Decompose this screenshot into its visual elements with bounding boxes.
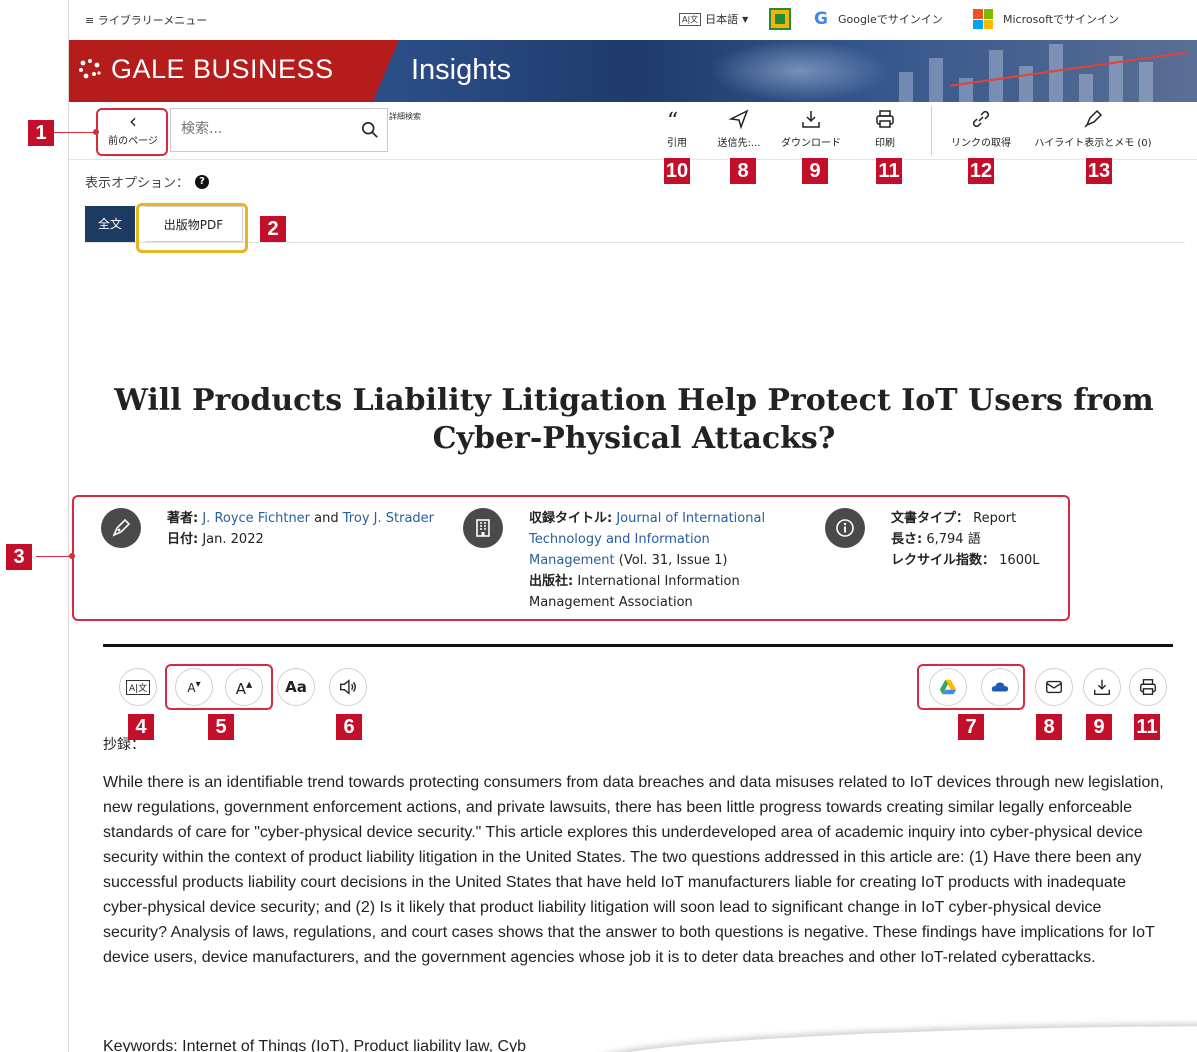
highlights-notes-button[interactable]: ハイライト表示とメモ (0) [1023,108,1163,156]
callout-frame-cloud [917,664,1025,710]
print-icon [876,110,894,128]
callout-badge: 11 [1134,714,1160,740]
callout-badge: 11 [876,158,902,184]
callout-badge: 8 [730,158,756,184]
search-icon[interactable] [361,121,379,139]
google-logo-icon: G [814,9,828,29]
highlighter-icon [1084,109,1103,128]
font-style-button[interactable]: Aa [277,668,315,706]
header-banner: GALE BUSINESS Insights [69,40,1197,102]
google-classroom-icon[interactable] [769,8,791,30]
callout-badge: 7 [958,714,984,740]
gale-sparkle-icon [79,58,101,78]
send-icon [728,109,749,130]
get-link-button[interactable]: リンクの取得 [939,108,1023,156]
library-menu-link[interactable]: ≡ ライブラリーメニュー [85,12,207,28]
callout-badge: 2 [260,216,286,242]
gale-logo[interactable]: GALE BUSINESS [77,54,334,85]
callout-badge: 1 [28,120,54,146]
callout-badge: 12 [968,158,994,184]
callout-badge: 6 [336,714,362,740]
callout-dot-3 [69,553,75,559]
font-style-icon: Aa [285,678,307,696]
listen-button[interactable] [329,668,367,706]
download-label: ダウンロード [781,138,841,149]
keywords-line: Keywords: Internet of Things (IoT), Prod… [103,1038,526,1052]
callout-badge: 5 [208,714,234,740]
cite-button[interactable]: “ 引用 [655,108,699,156]
language-icon: A|文 [679,12,702,26]
download-article-button[interactable] [1083,668,1121,706]
callout-frame-metadata [72,495,1070,621]
document-toolbar: ‹ 前のページ 詳細検索 “ 引用 送信先:... ダウンロード 印刷 [69,102,1197,160]
quote-icon: “ [667,109,678,130]
callout-badge: 9 [1086,714,1112,740]
get-link-label: リンクの取得 [951,138,1011,149]
product-name: Insights [411,54,511,86]
section-rule [103,644,1173,647]
send-to-label: 送信先:... [717,138,761,149]
caret-down-icon: ▼ [742,14,749,24]
print-button[interactable]: 印刷 [855,108,915,156]
callout-frame-pdf [136,203,248,253]
microsoft-signin-label: Microsoftでサインイン [1003,13,1120,26]
brand-name: GALE BUSINESS [111,54,334,84]
advanced-search-link[interactable]: 詳細検索 [389,112,425,122]
callout-dot-1 [93,129,99,135]
callout-leader-3 [36,556,72,557]
translate-icon: A|文 [125,679,151,695]
action-tools: “ 引用 送信先:... ダウンロード 印刷 リンクの取得 ハイライト表示とメモ… [655,108,1163,156]
print-label: 印刷 [875,138,895,149]
display-options-label: 表示オプション： [85,176,190,191]
callout-badge: 13 [1086,158,1112,184]
callout-badge: 4 [128,714,154,740]
print-article-button[interactable] [1129,668,1167,706]
callout-badge: 10 [664,158,690,184]
search-box [170,108,388,152]
language-label: 日本語 [705,13,739,26]
google-signin-button[interactable]: G Googleでサインイン [814,9,943,29]
svg-text:“: “ [667,109,678,130]
email-button[interactable] [1035,668,1073,706]
tab-full-text[interactable]: 全文 [85,206,135,242]
language-selector[interactable]: A|文 日本語 ▼ [679,11,748,27]
link-icon [972,110,990,128]
callout-frame-font-size [165,664,273,710]
send-to-button[interactable]: 送信先:... [705,108,773,156]
print-icon [1140,679,1156,695]
callout-leader-1 [54,132,96,133]
callout-badge: 3 [6,544,32,570]
utility-bar: ≡ ライブラリーメニュー A|文 日本語 ▼ G Googleでサインイン Mi… [69,0,1197,40]
cite-label: 引用 [667,138,687,149]
help-icon[interactable]: ? [195,174,210,189]
mail-icon [1046,680,1062,694]
callout-badge: 9 [802,158,828,184]
translate-button[interactable]: A|文 [119,668,157,706]
callout-badge: 8 [1036,714,1062,740]
download-button[interactable]: ダウンロード [773,108,849,156]
google-signin-label: Googleでサインイン [837,13,943,26]
display-options: 表示オプション： ? [85,172,210,191]
microsoft-signin-button[interactable]: Microsoftでサインイン [973,9,1119,29]
download-icon [1094,679,1110,695]
speaker-icon [340,679,356,695]
search-input[interactable] [171,109,341,149]
toolbar-divider [931,106,932,156]
abstract-text: While there is an identifiable trend tow… [103,774,1164,966]
article-title: Will Products Liability Litigation Help … [114,383,1154,456]
highlights-label: ハイライト表示とメモ (0) [1034,138,1152,149]
microsoft-logo-icon [973,9,993,29]
tab-underline [85,242,1185,243]
download-icon [802,111,820,128]
callout-frame-prev [96,108,168,156]
